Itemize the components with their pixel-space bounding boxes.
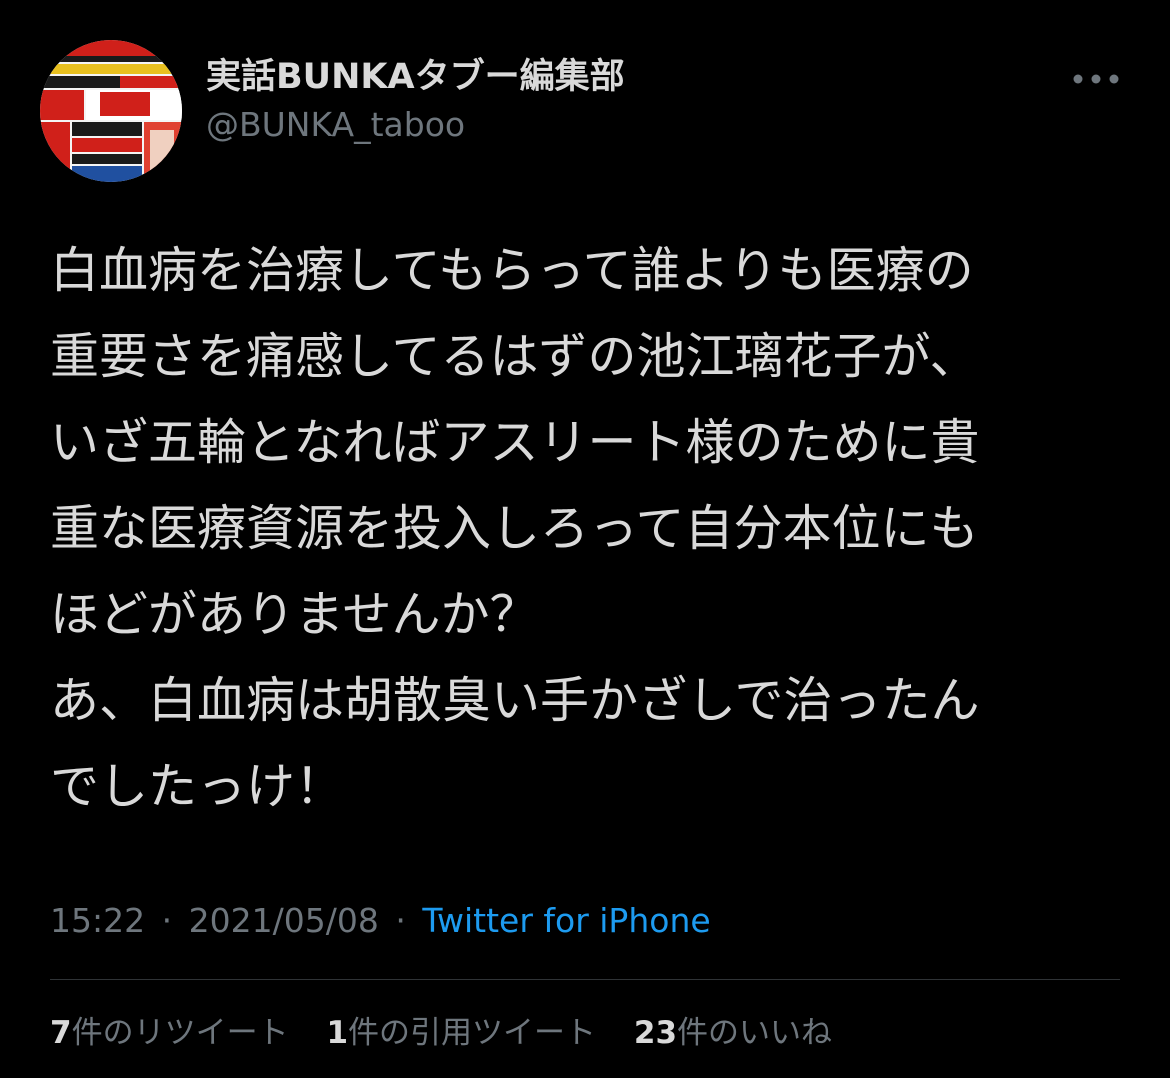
author-display-name[interactable]: 実話BUNKAタブー編集部 <box>206 56 625 98</box>
retweets-label: 件のリツイート <box>71 1015 289 1051</box>
avatar[interactable] <box>40 40 182 182</box>
quote-tweets-count: 1 <box>326 1015 349 1051</box>
tweet-metadata: 15:22 · 2021/05/08 · Twitter for iPhone <box>50 900 711 942</box>
engagement-stats: 7件のリツイート 1件の引用ツイート 23件のいいね <box>50 1012 860 1054</box>
tweet-text: 白血病を治療してもらって誰よりも医療の 重要さを痛感してるはずの池江璃花子が、 … <box>50 228 1135 830</box>
tweet-time[interactable]: 15:22 <box>50 901 145 940</box>
more-options-button[interactable] <box>1068 64 1124 94</box>
tweet-text-line: でしたっけ！ <box>50 758 345 815</box>
quote-tweets-stat[interactable]: 1件の引用ツイート <box>326 1012 596 1054</box>
quote-tweets-label: 件の引用ツイート <box>348 1015 597 1051</box>
retweets-stat[interactable]: 7件のリツイート <box>50 1012 289 1054</box>
divider <box>50 979 1120 980</box>
tweet-text-line: 白血病を治療してもらって誰よりも医療の <box>50 242 974 299</box>
likes-stat[interactable]: 23件のいいね <box>634 1012 832 1054</box>
retweets-count: 7 <box>50 1015 72 1051</box>
tweet-date[interactable]: 2021/05/08 <box>189 901 379 940</box>
likes-count: 23 <box>633 1015 678 1051</box>
author-handle[interactable]: @BUNKA_taboo <box>206 104 625 146</box>
tweet-text-line: 重な医療資源を投入しろって自分本位にも <box>50 500 979 557</box>
more-horizontal-icon <box>1073 74 1119 84</box>
tweet-text-line: ほどがありませんか？ <box>50 586 539 643</box>
tweet-source-link[interactable]: Twitter for iPhone <box>422 901 710 940</box>
tweet-text-line: いざ五輪となればアスリート様のために貴 <box>50 414 980 471</box>
tweet-text-line: 重要さを痛感してるはずの池江璃花子が、 <box>50 328 979 385</box>
meta-separator: · <box>161 901 173 940</box>
meta-separator: · <box>395 901 406 940</box>
author-info: 実話BUNKAタブー編集部 @BUNKA_taboo <box>206 56 625 146</box>
tweet-text-line: あ、白血病は胡散臭い手かざしで治ったん <box>50 672 980 729</box>
likes-label: 件のいいね <box>677 1015 833 1051</box>
magazine-cover-avatar-icon <box>40 40 182 182</box>
